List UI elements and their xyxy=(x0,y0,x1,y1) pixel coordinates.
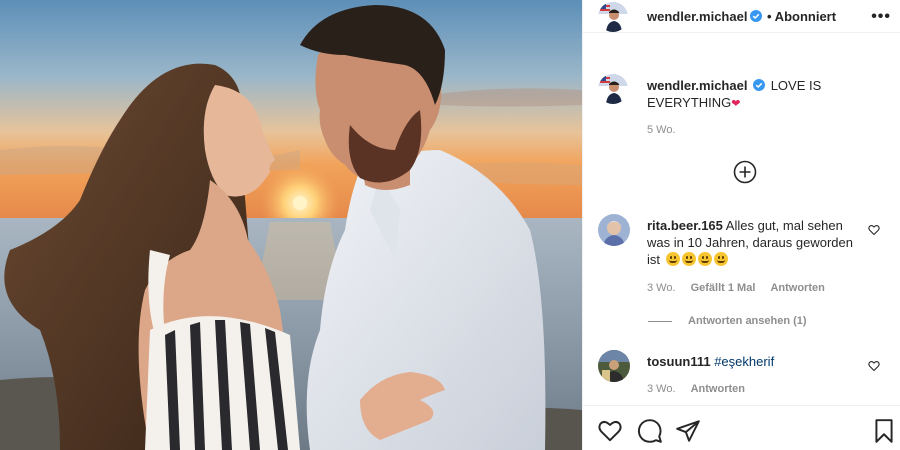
view-replies-button[interactable]: Antworten ansehen (1) xyxy=(648,315,807,327)
comment-username[interactable]: tosuun111 xyxy=(647,354,711,369)
paper-plane-icon[interactable] xyxy=(675,418,701,444)
instagram-post: wendler.michael • Abonniert ••• wendler.… xyxy=(0,0,900,450)
verified-badge-icon xyxy=(753,79,766,91)
grinning-face-emoji xyxy=(713,252,728,266)
plus-circle-icon[interactable] xyxy=(733,160,757,184)
replies-divider xyxy=(648,320,672,322)
comment-username[interactable]: rita.beer.165 xyxy=(647,218,723,233)
commenter-avatar[interactable] xyxy=(598,214,630,246)
view-replies-label: Antworten ansehen (1) xyxy=(688,315,807,327)
post-photo[interactable] xyxy=(0,0,582,450)
author-avatar[interactable] xyxy=(598,2,628,32)
comment-timestamp: 3 Wo. xyxy=(647,282,676,294)
commenter-avatar[interactable] xyxy=(598,350,630,382)
comment-timestamp: 3 Wo. xyxy=(647,383,676,395)
caption-username[interactable]: wendler.michael xyxy=(647,78,747,93)
comment-icon[interactable] xyxy=(637,418,663,444)
verified-badge-icon xyxy=(750,10,762,22)
post-header: wendler.michael • Abonniert ••• xyxy=(583,0,900,33)
comment-body: rita.beer.165 Alles gut, mal sehen was i… xyxy=(647,217,869,268)
comment-like-heart-icon[interactable] xyxy=(868,224,880,236)
comment-meta: 3 Wo. Antworten xyxy=(647,383,745,395)
comment-hashtag[interactable]: #eşekherif xyxy=(714,354,774,369)
sunset-couple-photo xyxy=(0,0,582,450)
comment-meta: 3 Wo. Gefällt 1 Mal Antworten xyxy=(647,282,825,294)
author-username[interactable]: wendler.michael xyxy=(647,9,747,24)
follow-status[interactable]: • Abonniert xyxy=(767,9,836,24)
caption-author-avatar[interactable] xyxy=(598,74,628,104)
post-side-panel: wendler.michael • Abonniert ••• wendler.… xyxy=(582,0,900,450)
comment-reply-button[interactable]: Antworten xyxy=(691,383,745,395)
smirking-face-emoji xyxy=(665,252,680,266)
more-options-icon[interactable]: ••• xyxy=(871,8,891,26)
heart-icon[interactable] xyxy=(597,418,623,444)
comment-like-heart-icon[interactable] xyxy=(868,360,880,372)
red-heart-emoji: ❤ xyxy=(731,98,741,110)
caption-timestamp: 5 Wo. xyxy=(647,124,676,136)
bookmark-icon[interactable] xyxy=(871,418,897,444)
grinning-face-emoji xyxy=(697,252,712,266)
comment-body: tosuun111 #eşekherif xyxy=(647,353,869,370)
comment-reply-button[interactable]: Antworten xyxy=(770,282,824,294)
smiling-face-emoji xyxy=(681,252,696,266)
post-action-bar xyxy=(583,405,900,450)
post-caption: wendler.michael LOVE IS EVERYTHING❤ xyxy=(647,77,877,113)
comment-likes-count[interactable]: Gefällt 1 Mal xyxy=(691,282,756,294)
